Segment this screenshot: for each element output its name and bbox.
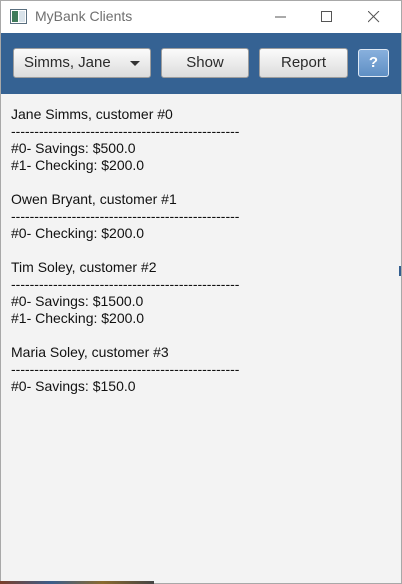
customer-heading: Owen Bryant, customer #1	[11, 191, 177, 207]
title-bar[interactable]: MyBank Clients	[1, 1, 401, 33]
customer-select-value: Simms, Jane	[24, 54, 111, 71]
minimize-button[interactable]	[258, 1, 304, 33]
report-button[interactable]: Report	[259, 48, 348, 78]
window-title: MyBank Clients	[35, 8, 133, 24]
separator-line: ----------------------------------------…	[11, 276, 240, 292]
chevron-down-icon[interactable]	[130, 61, 140, 66]
report-text: Jane Simms, customer #0 ----------------…	[1, 94, 401, 395]
app-window: MyBank Clients Simms, Jane Show Report ?…	[0, 0, 402, 584]
account-line: #1- Checking: $200.0	[11, 310, 145, 326]
window-edge-marker	[399, 266, 401, 276]
close-icon	[368, 11, 380, 23]
minimize-icon	[275, 16, 286, 18]
window-app-icon	[10, 9, 27, 24]
close-button[interactable]	[351, 1, 397, 33]
account-line: #1- Checking: $200.0	[11, 157, 145, 173]
customer-heading: Jane Simms, customer #0	[11, 106, 173, 122]
toolbar: Simms, Jane Show Report ?	[1, 33, 401, 94]
account-line: #0- Savings: $500.0	[11, 140, 136, 156]
report-area: Jane Simms, customer #0 ----------------…	[1, 94, 401, 583]
separator-line: ----------------------------------------…	[11, 208, 240, 224]
customer-heading: Tim Soley, customer #2	[11, 259, 157, 275]
maximize-icon	[321, 11, 332, 22]
account-line: #0- Checking: $200.0	[11, 225, 145, 241]
account-line: #0- Savings: $150.0	[11, 378, 136, 394]
customer-heading: Maria Soley, customer #3	[11, 344, 169, 360]
separator-line: ----------------------------------------…	[11, 361, 240, 377]
account-line: #0- Savings: $1500.0	[11, 293, 144, 309]
show-button[interactable]: Show	[161, 48, 249, 78]
separator-line: ----------------------------------------…	[11, 123, 240, 139]
help-button[interactable]: ?	[358, 49, 389, 77]
customer-select[interactable]: Simms, Jane	[13, 48, 151, 78]
maximize-button[interactable]	[304, 1, 350, 33]
